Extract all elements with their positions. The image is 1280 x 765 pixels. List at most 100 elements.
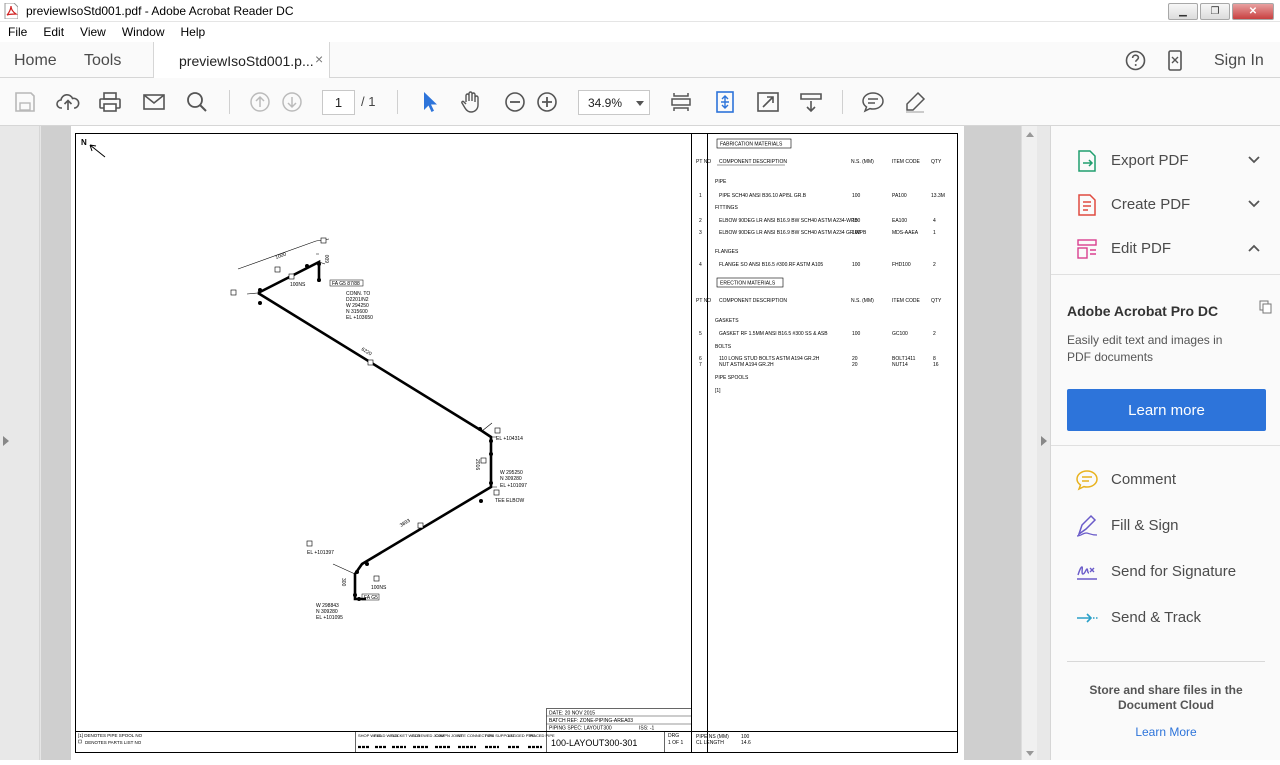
bom-cell: 20	[852, 362, 858, 368]
bom-cell: 4	[933, 218, 936, 224]
previous-page-icon[interactable]	[248, 90, 272, 114]
bot-el: EL +101095	[316, 615, 343, 621]
bom-cell: PIPE SCH40 ANSI B36.10 API5L GR.B	[719, 193, 807, 199]
bom-cell: 13.3M	[931, 193, 945, 199]
bom-cell: 2	[933, 331, 936, 337]
bom-cell: 5	[699, 331, 702, 337]
page-number-input[interactable]: 1	[322, 90, 355, 115]
comment-bubble-icon	[1076, 470, 1098, 491]
search-icon[interactable]	[185, 90, 209, 114]
restore-button[interactable]: ❐	[1200, 3, 1230, 20]
chevron-up-icon[interactable]	[1245, 239, 1263, 257]
page-area[interactable]: N CONN. TO D2201/N2 W 294250 N 315600 EL…	[41, 126, 1021, 760]
menu-help[interactable]: Help	[181, 25, 206, 39]
scroll-up-icon[interactable]	[1026, 132, 1034, 137]
toolbar-divider	[842, 90, 843, 114]
close-tab-icon[interactable]: ×	[315, 51, 323, 67]
weld-legend: SHOP WELD FIELD WELD SOCKET WELD SCREWED…	[358, 733, 555, 749]
print-icon[interactable]	[98, 90, 122, 114]
edit-pdf-item[interactable]: Edit PDF	[1075, 235, 1275, 263]
export-pdf-icon	[1078, 150, 1096, 172]
collapse-right-pane-icon[interactable]	[1041, 436, 1047, 446]
minimize-button[interactable]: ▁	[1168, 3, 1198, 20]
scroll-down-icon[interactable]	[1026, 751, 1034, 756]
vertical-scrollbar[interactable]	[1021, 126, 1037, 760]
bom-cell: NUT ASTM A194 GR.2H	[719, 362, 774, 368]
nav-tools[interactable]: Tools	[84, 52, 121, 70]
full-screen-icon[interactable]	[756, 90, 780, 114]
dim-300: 300	[340, 578, 346, 587]
ns-header: N.S. (MM)	[851, 159, 874, 165]
chevron-down-icon[interactable]	[1245, 151, 1263, 169]
bom-cell: 3	[699, 230, 702, 236]
email-icon[interactable]	[142, 90, 166, 114]
highlight-pen-icon[interactable]	[903, 90, 927, 114]
save-icon[interactable]	[13, 90, 37, 114]
bom-cell: MDS-AAEA	[892, 230, 919, 236]
upload-cloud-icon[interactable]	[56, 90, 80, 114]
zoom-level-select[interactable]: 34.9%	[578, 90, 650, 115]
zoom-in-icon[interactable]	[535, 90, 559, 114]
acrobat-pro-promo: Adobe Acrobat Pro DC Easily edit text an…	[1051, 274, 1280, 446]
select-cursor-icon[interactable]	[418, 90, 442, 114]
chevron-down-icon[interactable]	[1245, 195, 1263, 213]
nav-home[interactable]: Home	[14, 52, 57, 70]
close-window-button[interactable]: ✕	[1232, 3, 1274, 20]
ns-label-1: 100NS	[290, 282, 306, 288]
tee-el: EL +101097	[500, 483, 527, 489]
north-label: N	[81, 138, 87, 147]
comp-desc-header: COMPONENT DESCRIPTION	[719, 298, 787, 304]
page-total: / 1	[361, 94, 376, 109]
learn-more-button[interactable]: Learn more	[1067, 389, 1266, 431]
hand-tool-icon[interactable]	[459, 90, 483, 114]
zoom-out-icon[interactable]	[503, 90, 527, 114]
mobile-link-icon[interactable]	[1167, 50, 1183, 71]
read-mode-icon[interactable]	[799, 90, 823, 114]
tb-drg: DRG	[668, 733, 679, 739]
fill-sign-label: Fill & Sign	[1111, 517, 1179, 534]
item-code-header: ITEM CODE	[892, 159, 920, 165]
right-tools-pane: Export PDF Create PDF Edit PDF Adobe Acr…	[1050, 126, 1280, 760]
bom-cell: 100	[852, 262, 861, 268]
tb-iss: ISS: -1	[639, 726, 655, 732]
spools-section: PIPE SPOOLS	[715, 375, 749, 381]
window-title: previewIsoStd001.pdf - Adobe Acrobat Rea…	[26, 4, 294, 18]
send-signature-item[interactable]: Send for Signature	[1075, 558, 1275, 586]
menu-edit[interactable]: Edit	[43, 25, 64, 39]
pt-no-header: PT NO	[696, 159, 711, 165]
scroll-mode-icon[interactable]	[669, 90, 693, 114]
fit-page-icon[interactable]	[713, 90, 737, 114]
document-cloud-text: Store and share files in the Document Cl…	[1089, 683, 1243, 712]
create-pdf-item[interactable]: Create PDF	[1075, 191, 1275, 219]
tb-cl-length-value: 14.6	[741, 740, 751, 746]
menu-window[interactable]: Window	[122, 25, 165, 39]
comp-desc-header: COMPONENT DESCRIPTION	[719, 159, 787, 165]
sign-in-link[interactable]: Sign In	[1214, 52, 1264, 70]
menu-file[interactable]: File	[8, 25, 27, 39]
document-tab[interactable]: previewIsoStd001.p... ×	[153, 42, 330, 79]
comment-item[interactable]: Comment	[1075, 466, 1275, 494]
promo-title: Adobe Acrobat Pro DC	[1067, 303, 1219, 319]
fill-sign-item[interactable]: Fill & Sign	[1075, 512, 1275, 540]
bom-cell: 16	[933, 362, 939, 368]
document-cloud-learn-more[interactable]: Learn More	[1071, 725, 1261, 739]
export-pdf-item[interactable]: Export PDF	[1075, 147, 1275, 175]
help-icon[interactable]	[1125, 50, 1146, 71]
copy-icon[interactable]	[1259, 300, 1273, 314]
erec-title: ERECTION MATERIALS	[720, 281, 776, 287]
send-track-item[interactable]: Send & Track	[1075, 604, 1275, 632]
main-toolbar: 1 / 1 34.9%	[0, 78, 1280, 126]
send-arrow-icon	[1077, 613, 1098, 623]
pane-divider	[1067, 661, 1265, 662]
toolbar-divider	[229, 90, 230, 114]
qty-header: QTY	[931, 159, 942, 165]
bom-cell: 2	[933, 262, 936, 268]
pt-no-header: PT NO	[696, 298, 711, 304]
left-nav-strip[interactable]	[0, 126, 40, 760]
menu-view[interactable]: View	[80, 25, 106, 39]
next-page-icon[interactable]	[280, 90, 304, 114]
expand-left-pane-icon[interactable]	[3, 436, 9, 446]
right-pane-collapse-strip[interactable]	[1037, 126, 1050, 760]
export-pdf-label: Export PDF	[1111, 152, 1189, 169]
comment-icon[interactable]	[861, 90, 885, 114]
